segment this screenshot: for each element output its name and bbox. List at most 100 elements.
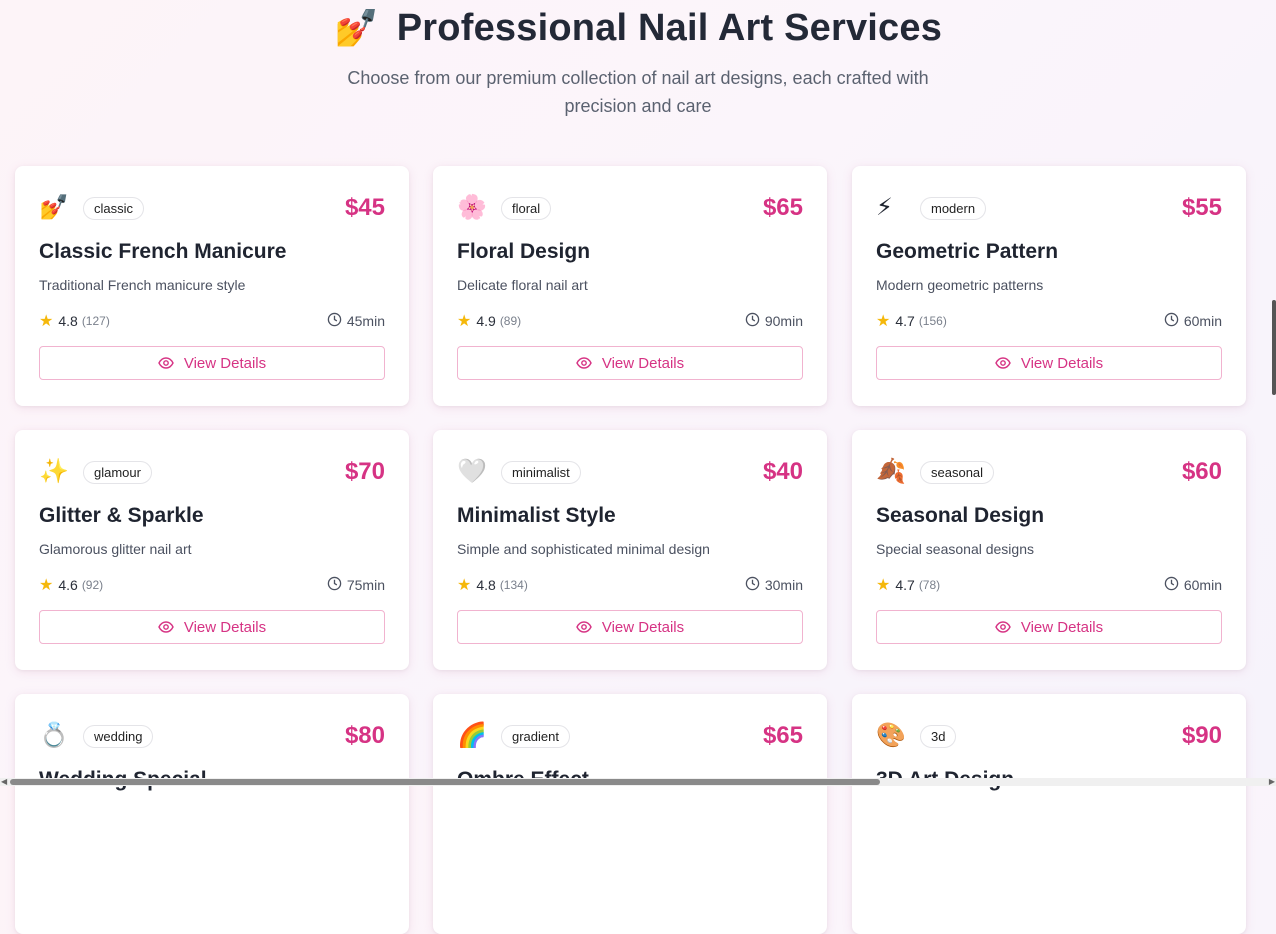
service-price: $70 (344, 458, 385, 485)
eye-icon (576, 621, 602, 633)
rainbow-icon: 🌈 (457, 722, 487, 749)
service-name: Glitter & Sparkle (39, 504, 204, 527)
view-details-label: View Details (601, 618, 685, 636)
category-tag: classic (83, 196, 145, 220)
scroll-right-icon[interactable]: ▶ (1269, 777, 1275, 786)
service-price: $60 (1181, 458, 1222, 485)
eye-icon (995, 357, 1021, 369)
review-count: (134) (499, 578, 528, 592)
category-tag: gradient (501, 724, 570, 748)
nail-polish-icon: 💅 (333, 7, 379, 48)
category-tag: floral (501, 196, 552, 220)
clock-icon (327, 312, 347, 330)
service-card: ⚡ modern $55 Geometric Pattern Modern geomet… (852, 166, 1246, 406)
service-name: Geometric Pattern (876, 240, 1059, 263)
service-rating: 4.7 (895, 313, 915, 329)
service-name: Minimalist Style (457, 504, 616, 527)
scroll-left-icon[interactable]: ◀ (1, 777, 7, 786)
service-card: 💍wedding$80Wedding Special (15, 694, 409, 934)
service-card: 🌈gradient$65Ombre Effect (433, 694, 827, 934)
star-icon: ★ (876, 577, 891, 594)
review-count: (156) (918, 314, 947, 328)
service-duration: 60min (1183, 577, 1222, 593)
eye-icon (995, 621, 1021, 633)
heart-icon: 🤍 (457, 458, 487, 485)
service-duration: 90min (764, 313, 803, 329)
view-details-label: View Details (601, 354, 685, 372)
service-rating: 4.9 (476, 313, 496, 329)
view-details-label: View Details (1020, 354, 1104, 372)
category-tag: 3d (920, 724, 957, 748)
service-card: ✨ glamour $70 Glitter & Sparkle Glamorous gl… (15, 430, 409, 670)
service-price: $65 (762, 722, 803, 749)
page-subtitle: Choose from our premium collection of na… (347, 68, 929, 116)
view-details-label: View Details (183, 354, 267, 372)
service-rating: 4.8 (476, 577, 496, 593)
nail-polish-icon: 💅 (39, 194, 69, 221)
view-details-button[interactable]: View Details (39, 610, 385, 644)
star-icon: ★ (39, 313, 54, 330)
service-card: 🎨3d$903D Art Design (852, 694, 1246, 934)
star-icon: ★ (876, 313, 891, 330)
service-card: 🤍 minimalist $40 Minimalist Style Simple and… (433, 430, 827, 670)
clock-icon (745, 312, 765, 330)
service-price: $80 (344, 722, 385, 749)
category-tag: modern (920, 196, 987, 220)
service-rating: 4.6 (58, 577, 78, 593)
ring-icon: 💍 (39, 722, 69, 749)
service-description: Special seasonal designs (876, 541, 1034, 557)
horizontal-scrollbar-thumb[interactable] (10, 779, 880, 785)
service-duration: 75min (346, 577, 385, 593)
service-description: Modern geometric patterns (876, 277, 1044, 293)
eye-icon (576, 357, 602, 369)
palette-icon: 🎨 (876, 722, 906, 749)
review-count: (92) (81, 578, 104, 592)
view-details-button[interactable]: View Details (876, 610, 1222, 644)
vertical-scrollbar-thumb[interactable] (1272, 300, 1276, 395)
service-rating: 4.7 (895, 577, 915, 593)
category-tag: seasonal (920, 460, 995, 484)
horizontal-scrollbar[interactable] (0, 778, 1276, 786)
service-card: 🌸 floral $65 Floral Design Delicate floral n… (433, 166, 827, 406)
service-card: 🍂 seasonal $60 Seasonal Design Special seaso… (852, 430, 1246, 670)
view-details-button[interactable]: View Details (457, 610, 803, 644)
sparkles-icon: ✨ (39, 458, 69, 485)
review-count: (89) (499, 314, 522, 328)
clock-icon (327, 576, 347, 594)
lightning-icon: ⚡ (876, 194, 893, 221)
view-details-button[interactable]: View Details (39, 346, 385, 380)
star-icon: ★ (457, 577, 472, 594)
service-price: $55 (1181, 194, 1222, 221)
clock-icon (745, 576, 765, 594)
service-description: Delicate floral nail art (457, 277, 588, 293)
service-price: $65 (762, 194, 803, 221)
page-header: 💅 Professional Nail Art Services Choose … (0, 0, 1276, 120)
service-name: Seasonal Design (876, 504, 1045, 527)
service-description: Glamorous glitter nail art (39, 541, 192, 557)
page-title: Professional Nail Art Services (396, 6, 943, 49)
service-duration: 30min (764, 577, 803, 593)
service-duration: 60min (1183, 313, 1222, 329)
view-details-label: View Details (1020, 618, 1104, 636)
eye-icon (158, 357, 184, 369)
category-tag: glamour (83, 460, 152, 484)
service-description: Simple and sophisticated minimal design (457, 541, 710, 557)
service-description: Traditional French manicure style (39, 277, 246, 293)
service-card: 💅 classic $45 Classic French Manicure Tradit… (15, 166, 409, 406)
service-rating: 4.8 (58, 313, 78, 329)
leaves-icon: 🍂 (876, 458, 906, 485)
service-name: Classic French Manicure (39, 240, 287, 263)
category-tag: minimalist (501, 460, 581, 484)
star-icon: ★ (39, 577, 54, 594)
view-details-button[interactable]: View Details (876, 346, 1222, 380)
view-details-button[interactable]: View Details (457, 346, 803, 380)
star-icon: ★ (457, 313, 472, 330)
service-price: $45 (344, 194, 385, 221)
service-duration: 45min (346, 313, 385, 329)
review-count: (78) (918, 578, 941, 592)
service-price: $90 (1181, 722, 1222, 749)
review-count: (127) (81, 314, 110, 328)
service-price: $40 (762, 458, 803, 485)
clock-icon (1164, 576, 1184, 594)
category-tag: wedding (83, 724, 154, 748)
